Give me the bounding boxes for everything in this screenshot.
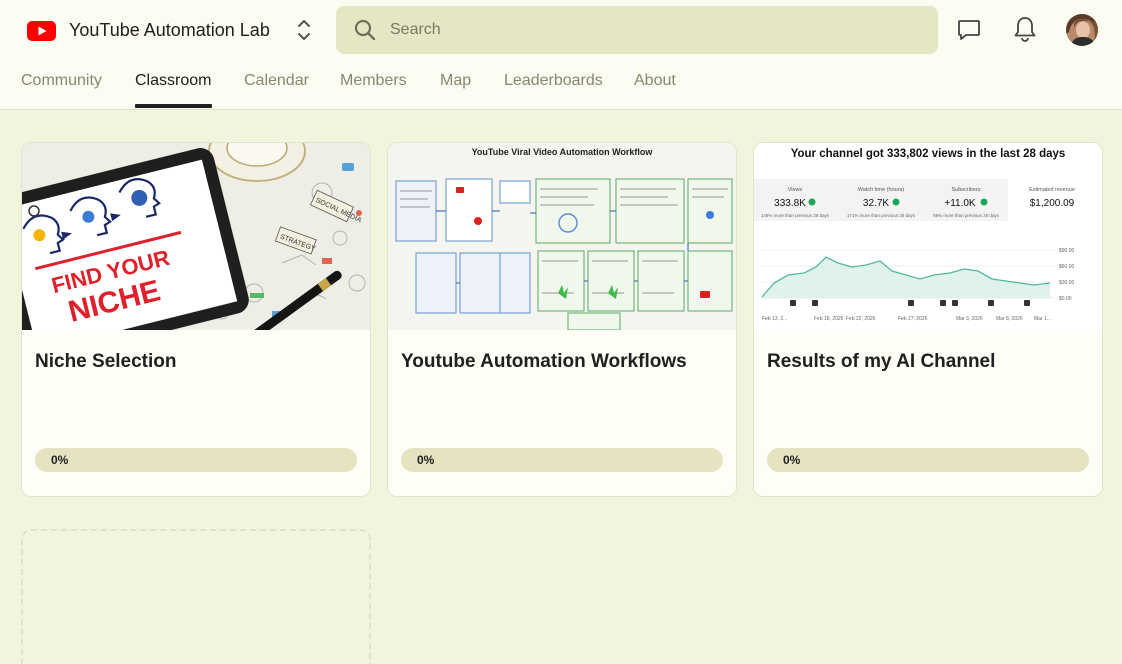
course-thumbnail: Your channel got 333,802 views in the la… [754,143,1102,330]
stat-label-watch-time: Watch time (hours) [858,187,904,193]
bell-icon[interactable] [1012,15,1038,43]
x-tick: Mar 3, 2026 [956,316,983,322]
stat-label-views: Views [788,187,803,193]
app-title[interactable]: YouTube Automation Lab [69,19,270,41]
workflow-heading: YouTube Viral Video Automation Workflow [472,147,654,157]
stat-value-revenue: $1,200.09 [1030,198,1075,209]
top-bar: YouTube Automation Lab Community Classro… [0,0,1122,110]
tab-classroom[interactable]: Classroom [135,72,211,90]
tab-community[interactable]: Community [21,72,102,90]
stat-sub-views: 149% more than previous 28 days [761,213,830,218]
search-bar[interactable] [336,6,938,54]
youtube-logo-icon[interactable] [27,21,56,41]
progress-label: 0% [783,453,801,467]
chat-bubble-icon[interactable] [956,17,982,43]
y-tick: $60.00 [1059,264,1075,270]
course-title: Results of my AI Channel [767,351,996,372]
course-card[interactable]: Your channel got 333,802 views in the la… [753,142,1103,497]
x-tick: Feb 27, 2026 [898,316,928,322]
tab-leaderboards[interactable]: Leaderboards [504,72,603,90]
course-card[interactable]: SOCIAL MEDIA STRATEGY FIND YOUR NICHE Ni… [21,142,371,497]
workflow-thumbnail-image: YouTube Viral Video Automation Workflow [388,143,736,330]
niche-thumbnail-image: SOCIAL MEDIA STRATEGY FIND YOUR NICHE [22,143,370,330]
course-thumbnail: SOCIAL MEDIA STRATEGY FIND YOUR NICHE [22,143,370,330]
search-input[interactable] [390,18,910,42]
course-title: Youtube Automation Workflows [401,351,687,372]
active-tab-indicator [135,104,212,108]
search-icon [354,19,376,41]
tab-calendar[interactable]: Calendar [244,72,309,90]
stat-label-revenue: Estimated revenue [1029,187,1075,193]
course-title: Niche Selection [35,351,177,372]
course-progress-bar: 0% [767,448,1089,472]
course-card[interactable]: YouTube Viral Video Automation Workflow [387,142,737,497]
stat-sub-subscribers: 89% more than previous 28 days [933,213,1000,218]
course-progress-bar: 0% [401,448,723,472]
analytics-thumbnail-image: Your channel got 333,802 views in the la… [754,143,1102,330]
tab-members[interactable]: Members [340,72,407,90]
nav-tabs: Community Classroom Calendar Members Map… [0,63,1122,110]
course-thumbnail: YouTube Viral Video Automation Workflow [388,143,736,330]
x-tick: Feb 18, 2026 [814,316,844,322]
course-progress-bar: 0% [35,448,357,472]
analytics-heading: Your channel got 333,802 views in the la… [791,148,1066,160]
x-tick: Feb 13, 2... [762,316,787,322]
x-tick: Mar 1... [1034,316,1051,322]
add-course-placeholder[interactable] [21,529,371,664]
x-tick: Feb 22, 2026 [846,316,876,322]
avatar[interactable] [1066,14,1098,46]
stat-value-watch-time: 32.7K [863,198,889,209]
tab-map[interactable]: Map [440,72,471,90]
y-tick: $90.00 [1059,248,1075,254]
x-tick: Mar 8, 2026 [996,316,1023,322]
progress-label: 0% [417,453,435,467]
stat-label-subscribers: Subscribers [951,187,980,193]
chevron-up-down-icon[interactable] [294,17,314,43]
y-tick: $0.00 [1059,296,1072,302]
progress-label: 0% [51,453,69,467]
y-tick: $30.00 [1059,280,1075,286]
stat-sub-watch-time: 171% more than previous 28 days [847,213,916,218]
tab-about[interactable]: About [634,72,676,90]
stat-value-subscribers: +11.0K [944,198,976,209]
stat-value-views: 333.8K [774,198,806,209]
